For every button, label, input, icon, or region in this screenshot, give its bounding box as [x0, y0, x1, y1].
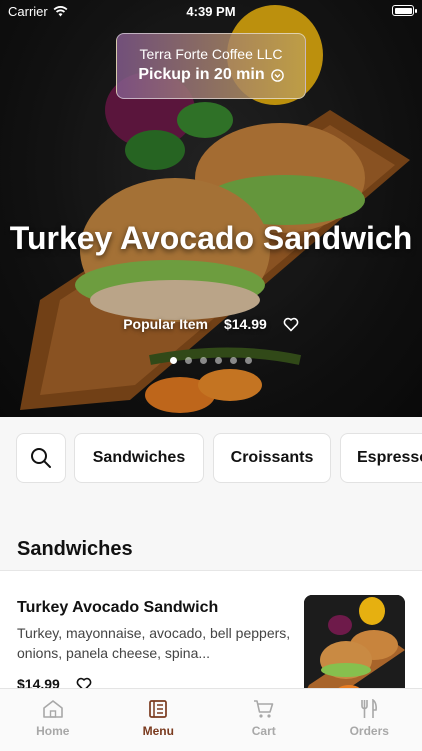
- tab-cart[interactable]: Cart: [211, 689, 317, 751]
- chevron-down-circle-icon: [271, 69, 284, 82]
- carousel-dots: [0, 357, 422, 364]
- fork-knife-icon: [359, 699, 379, 719]
- tab-home[interactable]: Home: [0, 689, 106, 751]
- menu-item[interactable]: Turkey Avocado Sandwich Turkey, mayonnai…: [0, 571, 422, 689]
- pickup-time: Pickup in 20 min: [117, 66, 305, 84]
- hero-banner[interactable]: Carrier 4:39 PM Terra Forte Coffee LLC P…: [0, 0, 422, 417]
- section-title: Sandwiches: [17, 538, 133, 561]
- pickup-selector[interactable]: Terra Forte Coffee LLC Pickup in 20 min: [116, 33, 306, 99]
- pickup-time-label: Pickup in 20 min: [138, 66, 264, 84]
- menu-item-description: Turkey, mayonnaise, avocado, bell pepper…: [17, 623, 292, 663]
- store-name: Terra Forte Coffee LLC: [117, 46, 305, 62]
- category-bar: Sandwiches Croissants Espresso: [0, 417, 422, 499]
- carousel-dot[interactable]: [170, 357, 177, 364]
- carousel-dot[interactable]: [185, 357, 192, 364]
- battery-icon: [392, 5, 414, 16]
- carousel-dot[interactable]: [200, 357, 207, 364]
- tab-home-label: Home: [36, 724, 69, 738]
- status-time: 4:39 PM: [0, 4, 422, 19]
- cart-icon: [253, 699, 275, 719]
- search-icon: [30, 447, 52, 469]
- menu-item-name: Turkey Avocado Sandwich: [17, 599, 218, 617]
- carousel-dot[interactable]: [215, 357, 222, 364]
- featured-title: Turkey Avocado Sandwich: [0, 218, 422, 258]
- category-chip-espresso[interactable]: Espresso: [340, 433, 422, 483]
- search-button[interactable]: [16, 433, 66, 483]
- category-chip-croissants[interactable]: Croissants: [213, 433, 331, 483]
- tab-menu-label: Menu: [143, 724, 174, 738]
- featured-meta: Popular Item $14.99: [0, 316, 422, 332]
- menu-icon: [148, 699, 168, 719]
- tab-bar: Home Menu Cart Orders: [0, 688, 422, 751]
- carousel-dot[interactable]: [230, 357, 237, 364]
- tab-orders[interactable]: Orders: [317, 689, 422, 751]
- menu-item-image: [304, 595, 405, 689]
- status-bar: Carrier 4:39 PM: [0, 0, 422, 24]
- featured-tag: Popular Item: [123, 316, 208, 332]
- tab-cart-label: Cart: [252, 724, 276, 738]
- featured-price: $14.99: [224, 316, 267, 332]
- carousel-dot[interactable]: [245, 357, 252, 364]
- tab-orders-label: Orders: [350, 724, 389, 738]
- category-chip-sandwiches[interactable]: Sandwiches: [74, 433, 204, 483]
- home-icon: [42, 699, 64, 719]
- tab-menu[interactable]: Menu: [106, 689, 212, 751]
- heart-icon[interactable]: [283, 317, 299, 332]
